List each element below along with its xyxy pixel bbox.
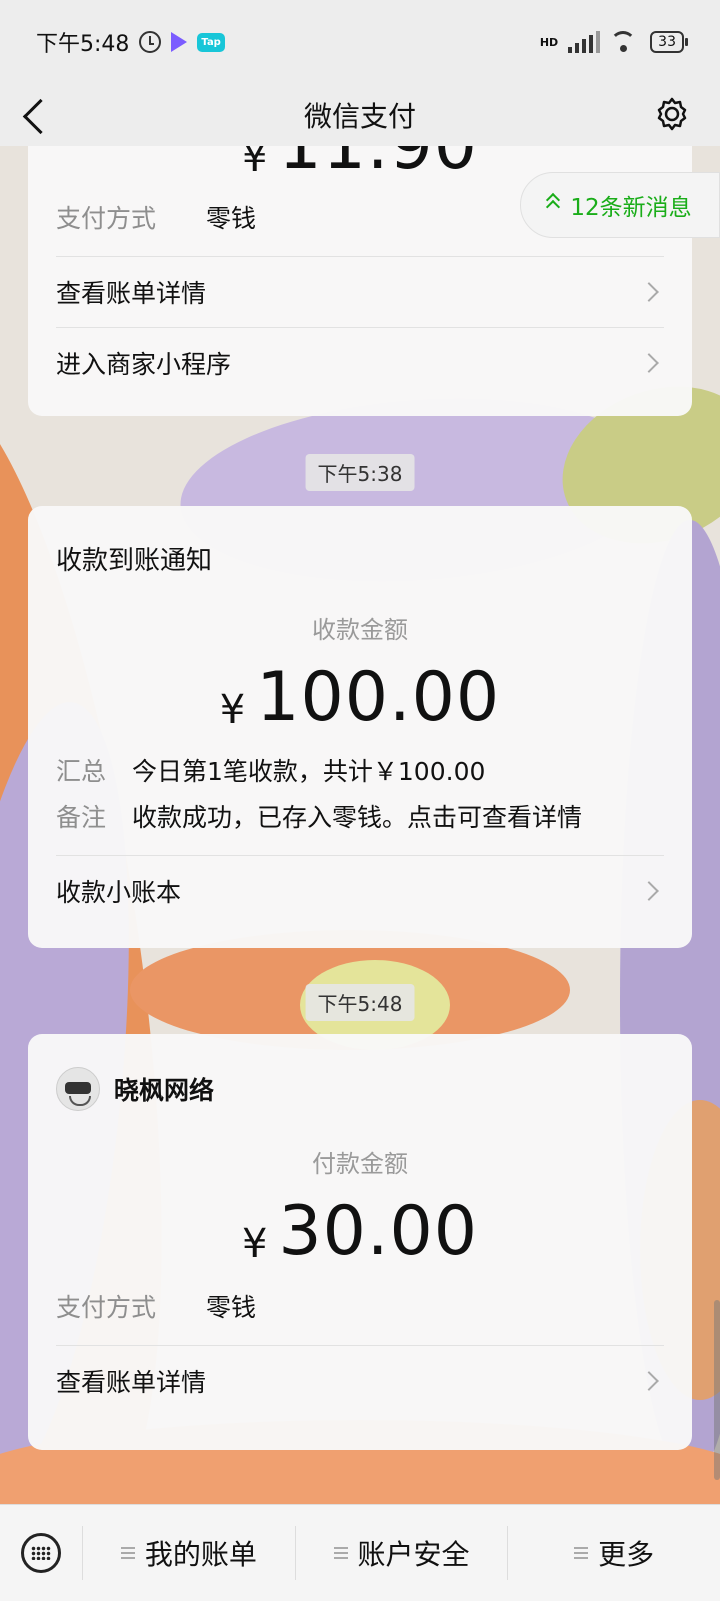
payment-amount-label: 付款金额 <box>312 1150 408 1178</box>
summary-value: 今日第1笔收款，共计￥100.00 <box>132 757 486 786</box>
bottom-menu-bar: 我的账单 账户安全 更多 <box>0 1504 720 1601</box>
note-value: 收款成功，已存入零钱。点击可查看详情 <box>132 803 583 832</box>
receipt-ledger-link[interactable]: 收款小账本 <box>56 855 664 926</box>
page-title: 微信支付 <box>303 100 416 133</box>
pay-method-label: 支付方式 <box>56 1293 157 1322</box>
merchant-avatar <box>56 1067 100 1111</box>
view-bill-details-label: 查看账单详情 <box>56 1368 207 1397</box>
keyboard-toggle-button[interactable] <box>0 1526 83 1580</box>
merchant-miniprogram-label: 进入商家小程序 <box>56 350 232 379</box>
new-messages-button[interactable]: 12条新消息 <box>520 172 720 238</box>
merchant-name: 晓枫网络 <box>114 1076 215 1105</box>
chevron-right-icon <box>639 282 659 302</box>
receipt-amount-label: 收款金额 <box>312 616 408 644</box>
pay-method-label: 支付方式 <box>56 204 157 233</box>
yen-symbol: ¥ <box>219 687 247 733</box>
menu-icon <box>120 1547 135 1559</box>
receipt-ledger-label: 收款小账本 <box>56 878 182 907</box>
receipt-amount: 100.00 <box>256 658 501 737</box>
pay-method-value: 零钱 <box>206 1293 257 1322</box>
play-store-icon <box>171 32 188 52</box>
pay-method-value: 零钱 <box>206 204 257 233</box>
view-bill-details-link[interactable]: 查看账单详情 <box>56 256 664 327</box>
alarm-icon <box>139 31 162 53</box>
nav-bar: 微信支付 <box>0 84 720 146</box>
back-icon[interactable] <box>22 98 59 135</box>
status-bar: 下午5:48 Tap HD 33 <box>0 0 720 84</box>
chevron-right-icon <box>639 881 659 901</box>
menu-more[interactable]: 更多 <box>508 1526 720 1580</box>
summary-row: 汇总 今日第1笔收款，共计￥100.00 <box>56 749 664 795</box>
yen-symbol: ¥ <box>241 1221 269 1267</box>
gear-icon[interactable] <box>654 96 690 132</box>
battery-icon: 33 <box>650 31 688 53</box>
scrollbar[interactable] <box>714 1300 720 1480</box>
menu-my-bills[interactable]: 我的账单 <box>83 1526 296 1580</box>
merchant-miniprogram-link[interactable]: 进入商家小程序 <box>56 327 664 398</box>
card1-amount: 11.90 <box>278 146 478 185</box>
menu-label: 账户安全 <box>357 1538 470 1571</box>
timestamp: 下午5:48 <box>305 984 415 1021</box>
note-row: 备注 收款成功，已存入零钱。点击可查看详情 <box>56 795 664 841</box>
status-time: 下午5:48 <box>36 32 130 57</box>
view-bill-details-link[interactable]: 查看账单详情 <box>56 1345 664 1416</box>
view-bill-details-label: 查看账单详情 <box>56 279 207 308</box>
menu-icon <box>333 1547 348 1559</box>
card3-pay-method: 支付方式 零钱 <box>56 1285 664 1331</box>
new-messages-label: 12条新消息 <box>570 195 692 221</box>
note-label: 备注 <box>56 803 107 832</box>
network-type: HD <box>539 35 559 49</box>
timestamp: 下午5:38 <box>305 454 415 491</box>
menu-label: 更多 <box>598 1538 655 1571</box>
chevron-right-icon <box>639 353 659 373</box>
double-chevron-up-icon <box>546 192 561 215</box>
menu-account-security[interactable]: 账户安全 <box>296 1526 509 1580</box>
keyboard-icon <box>21 1533 61 1573</box>
merchant-header: 晓枫网络 <box>56 1034 664 1114</box>
payment-amount: 30.00 <box>278 1192 479 1271</box>
signal-icon <box>568 31 601 53</box>
chevron-right-icon <box>639 1371 659 1391</box>
payment-card-2[interactable]: 晓枫网络 付款金额 ¥30.00 支付方式 零钱 查看账单详情 <box>28 1034 692 1450</box>
tap-app-icon: Tap <box>197 32 225 52</box>
yen-symbol: ¥ <box>241 146 269 181</box>
menu-icon <box>574 1547 589 1559</box>
wifi-icon <box>610 31 640 53</box>
receipt-amount-row: ¥100.00 <box>56 653 664 743</box>
battery-level: 33 <box>658 34 676 50</box>
receipt-card[interactable]: 收款到账通知 收款金额 ¥100.00 汇总 今日第1笔收款，共计￥100.00… <box>28 506 692 948</box>
message-list[interactable]: ¥11.90 支付方式 零钱 查看账单详情 进入商家小程序 下午5:38 收款到… <box>0 146 720 1504</box>
receipt-title: 收款到账通知 <box>56 546 213 576</box>
summary-label: 汇总 <box>56 757 107 786</box>
menu-label: 我的账单 <box>144 1538 257 1571</box>
payment-amount-row: ¥30.00 <box>56 1187 664 1277</box>
